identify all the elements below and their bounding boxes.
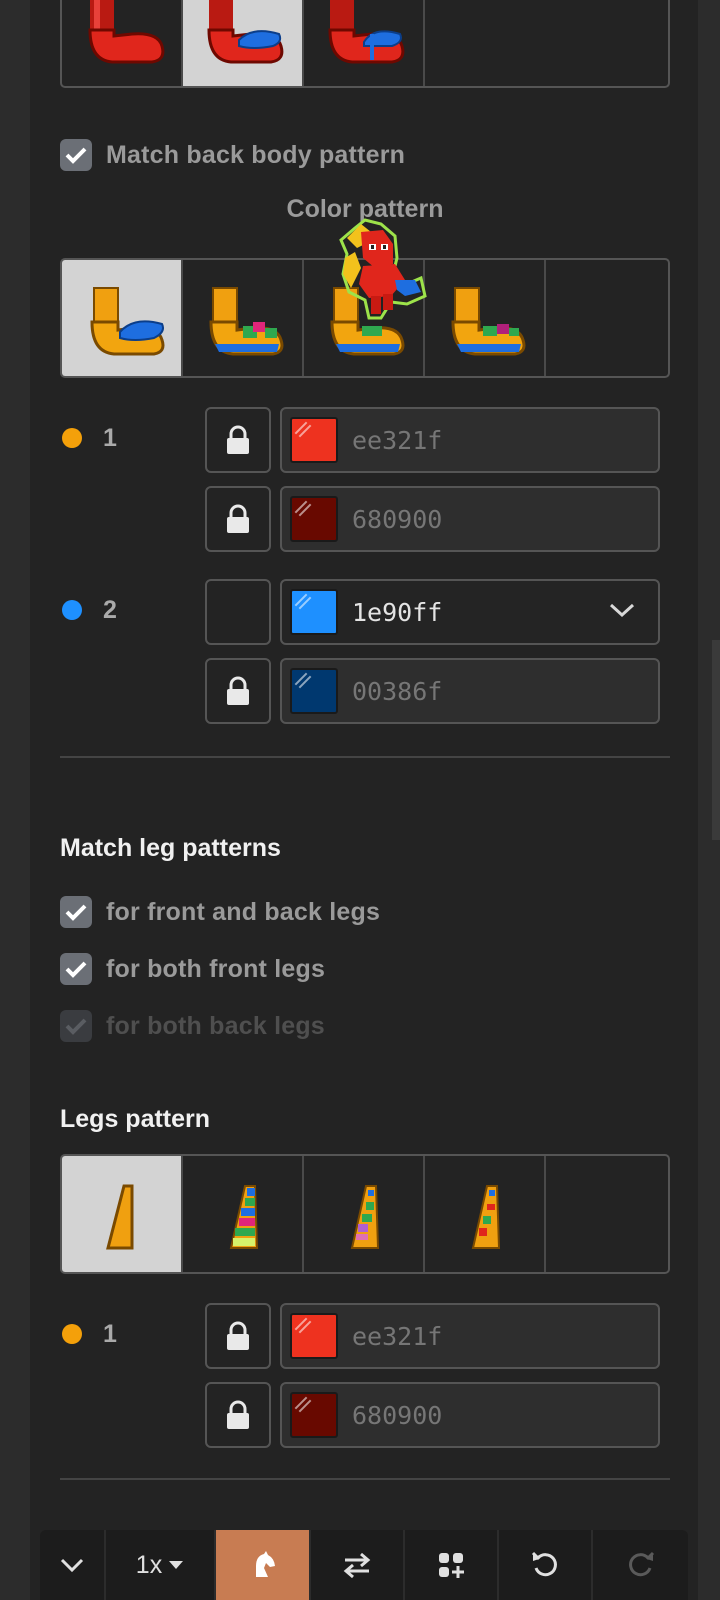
pattern-tile-selected[interactable] — [183, 0, 304, 86]
check-icon — [65, 961, 87, 978]
section-divider — [60, 756, 670, 758]
color-number-2: 2 — [103, 596, 117, 624]
color-dot-1 — [62, 428, 82, 448]
lock-button[interactable] — [205, 1382, 271, 1448]
chevron-down-icon[interactable] — [608, 601, 636, 619]
pony-icon — [255, 1551, 275, 1577]
color-swatch — [290, 668, 338, 714]
checkbox-label: for both back legs — [106, 1011, 325, 1040]
lock-icon — [227, 676, 249, 705]
pony-preview-sprite[interactable] — [335, 218, 430, 323]
checkbox-checked[interactable] — [60, 139, 92, 171]
swap-arrows-icon — [343, 1552, 371, 1579]
color-pattern-tile[interactable] — [425, 260, 546, 376]
zoom-label: 1x — [135, 1550, 163, 1579]
color-pattern-tile-empty[interactable] — [546, 260, 668, 376]
color-hex-value: 1e90ff — [352, 597, 443, 627]
both-front-legs-checkbox-row[interactable]: for both front legs — [60, 953, 325, 985]
lock-icon — [227, 425, 249, 454]
pattern-tile[interactable] — [62, 0, 183, 86]
bottom-toolbar: 1x — [40, 1530, 688, 1600]
color-swatch — [290, 496, 338, 542]
lock-icon — [227, 1321, 249, 1350]
checkbox-label: for front and back legs — [106, 897, 381, 926]
match-back-body-label: Match back body pattern — [106, 140, 406, 169]
pattern-tile[interactable] — [304, 0, 425, 86]
legs-pattern-tile-selected[interactable] — [62, 1156, 183, 1272]
check-icon — [65, 147, 87, 164]
lock-button[interactable] — [205, 407, 271, 473]
legs-pattern-tile-empty[interactable] — [546, 1156, 668, 1272]
color-input[interactable]: 00386f — [280, 658, 660, 724]
checkbox-label: for both front legs — [106, 954, 326, 983]
lock-button-unlocked[interactable] — [205, 579, 271, 645]
add-grid-icon — [439, 1553, 464, 1578]
legs-color-number-1: 1 — [103, 1320, 117, 1348]
color-hex-value: ee321f — [352, 1321, 443, 1351]
color-hex-value: 680900 — [352, 1400, 443, 1430]
add-grid-button[interactable] — [405, 1530, 499, 1600]
chevron-down-icon — [60, 1558, 84, 1573]
match-back-body-checkbox-row[interactable]: Match back body pattern — [60, 139, 405, 171]
checkbox-checked[interactable] — [60, 896, 92, 928]
color-swatch — [290, 589, 338, 635]
lock-icon — [227, 504, 249, 533]
color-number-1: 1 — [103, 424, 117, 452]
lock-button[interactable] — [205, 1303, 271, 1369]
section-divider — [60, 1478, 670, 1480]
legs-pattern-heading: Legs pattern — [60, 1105, 211, 1133]
zoom-select[interactable]: 1x — [106, 1530, 216, 1600]
color-swatch — [290, 417, 338, 463]
undo-icon — [531, 1551, 557, 1577]
legs-pattern-grid — [60, 1154, 670, 1274]
lock-button[interactable] — [205, 486, 271, 552]
color-swatch — [290, 1313, 338, 1359]
front-back-legs-checkbox-row[interactable]: for front and back legs — [60, 896, 380, 928]
swap-button[interactable] — [311, 1530, 405, 1600]
pattern-tile-empty[interactable] — [425, 0, 668, 86]
checkbox-checked[interactable] — [60, 953, 92, 985]
redo-button[interactable] — [593, 1530, 688, 1600]
legs-pattern-tile[interactable] — [304, 1156, 425, 1272]
color-hex-value: 680900 — [352, 504, 443, 534]
lock-icon — [227, 1400, 249, 1429]
lock-button[interactable] — [205, 658, 271, 724]
color-input-active[interactable]: 1e90ff — [280, 579, 660, 645]
undo-button[interactable] — [499, 1530, 593, 1600]
color-input[interactable]: 680900 — [280, 1382, 660, 1448]
legs-pattern-tile[interactable] — [183, 1156, 304, 1272]
pony-mode-button[interactable] — [216, 1530, 311, 1600]
color-hex-value: ee321f — [352, 425, 443, 455]
caret-down-icon — [169, 1561, 184, 1569]
check-icon — [65, 1018, 87, 1035]
color-input[interactable]: ee321f — [280, 407, 660, 473]
legs-color-dot-1 — [62, 1324, 82, 1344]
checkbox-checked-disabled — [60, 1010, 92, 1042]
match-leg-patterns-heading: Match leg patterns — [60, 834, 281, 862]
scrollbar[interactable] — [712, 640, 720, 840]
color-swatch — [290, 1392, 338, 1438]
legs-pattern-tile[interactable] — [425, 1156, 546, 1272]
color-input[interactable]: ee321f — [280, 1303, 660, 1369]
color-input[interactable]: 680900 — [280, 486, 660, 552]
color-pattern-tile[interactable] — [183, 260, 304, 376]
redo-icon — [628, 1551, 654, 1577]
check-icon — [65, 904, 87, 921]
color-hex-value: 00386f — [352, 676, 443, 706]
color-pattern-tile-selected[interactable] — [62, 260, 183, 376]
top-pattern-grid — [60, 0, 670, 88]
collapse-button[interactable] — [40, 1530, 106, 1600]
color-dot-2 — [62, 600, 82, 620]
both-back-legs-checkbox-row-disabled: for both back legs — [60, 1010, 325, 1042]
